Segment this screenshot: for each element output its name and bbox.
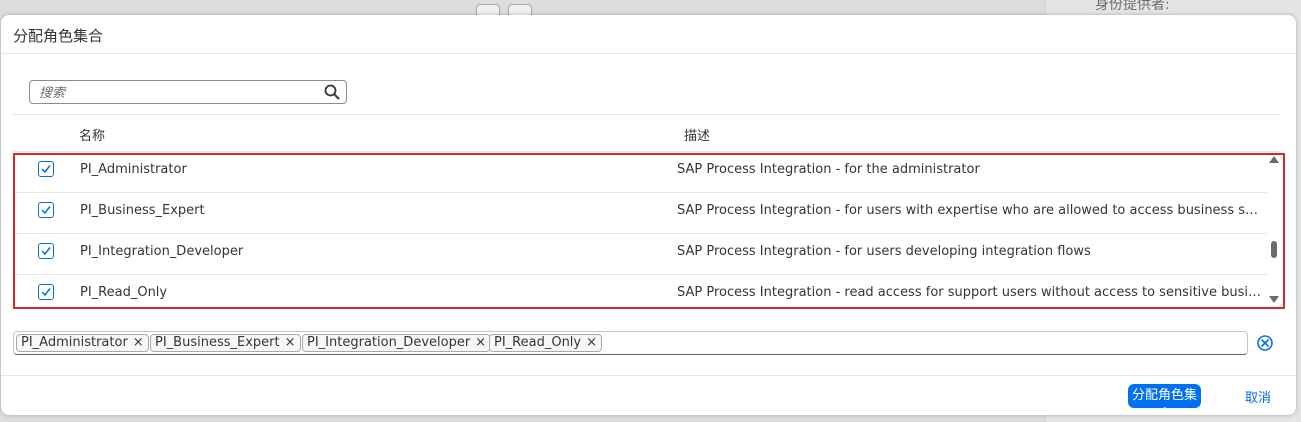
- token-close-icon[interactable]: ×: [475, 335, 486, 351]
- role-description: SAP Process Integration - for users deve…: [677, 244, 1091, 259]
- search-input[interactable]: [31, 82, 321, 104]
- assign-role-collection-button[interactable]: 分配角色集合: [1128, 384, 1201, 415]
- token-close-icon[interactable]: ×: [285, 335, 296, 351]
- role-description: SAP Process Integration - read access fo…: [677, 285, 1263, 300]
- scroll-down-arrow-icon[interactable]: [1269, 296, 1279, 303]
- table-header: 名称 描述: [13, 114, 1281, 152]
- role-name: PI_Business_Expert: [80, 203, 205, 218]
- token-label: PI_Administrator: [21, 335, 128, 350]
- background-identity-provider-label: 身份提供者:: [1095, 0, 1170, 13]
- table-row[interactable]: PI_Integration_Developer SAP Process Int…: [13, 234, 1267, 275]
- row-checkbox[interactable]: [38, 284, 54, 300]
- role-collection-table: PI_Administrator SAP Process Integration…: [13, 152, 1283, 310]
- token-close-icon[interactable]: ×: [133, 335, 144, 351]
- role-description: SAP Process Integration - for the admini…: [677, 162, 980, 177]
- cancel-button[interactable]: 取消: [1241, 384, 1275, 408]
- column-header-name: 名称: [79, 129, 106, 144]
- token-close-icon[interactable]: ×: [586, 335, 597, 351]
- role-name: PI_Administrator: [80, 162, 187, 177]
- role-description: SAP Process Integration - for users with…: [677, 203, 1263, 218]
- token[interactable]: PI_Administrator ×: [16, 334, 149, 352]
- token[interactable]: PI_Business_Expert ×: [150, 334, 301, 352]
- row-checkbox[interactable]: [38, 202, 54, 218]
- token-label: PI_Integration_Developer: [307, 335, 471, 350]
- scrollbar-thumb[interactable]: [1271, 241, 1277, 258]
- clear-all-icon[interactable]: [1256, 334, 1274, 352]
- selected-roles-tokenizer[interactable]: PI_Administrator × PI_Business_Expert × PI…: [13, 331, 1248, 355]
- table-row[interactable]: PI_Administrator SAP Process Integration…: [13, 152, 1267, 193]
- token[interactable]: PI_Integration_Developer ×: [302, 334, 492, 352]
- row-checkbox[interactable]: [38, 161, 54, 177]
- role-name: PI_Integration_Developer: [80, 244, 244, 259]
- token-label: PI_Read_Only: [494, 335, 582, 350]
- dialog-footer: 分配角色集合 取消: [1, 375, 1296, 415]
- dialog-title: 分配角色集合: [13, 27, 104, 45]
- search-field: [29, 80, 347, 104]
- token-label: PI_Business_Expert: [155, 335, 280, 350]
- search-icon[interactable]: [324, 84, 340, 100]
- token[interactable]: PI_Read_Only ×: [489, 334, 603, 352]
- column-header-description: 描述: [684, 129, 711, 144]
- table-row[interactable]: PI_Read_Only SAP Process Integration - r…: [13, 275, 1267, 315]
- role-name: PI_Read_Only: [80, 285, 168, 300]
- dialog-header: 分配角色集合: [1, 15, 1296, 54]
- row-checkbox[interactable]: [38, 243, 54, 259]
- assign-role-collection-dialog: 分配角色集合 名称 描述 PI_Administrator SAP Proces…: [1, 15, 1296, 415]
- table-row[interactable]: PI_Business_Expert SAP Process Integrati…: [13, 193, 1267, 234]
- scroll-up-arrow-icon[interactable]: [1269, 156, 1279, 163]
